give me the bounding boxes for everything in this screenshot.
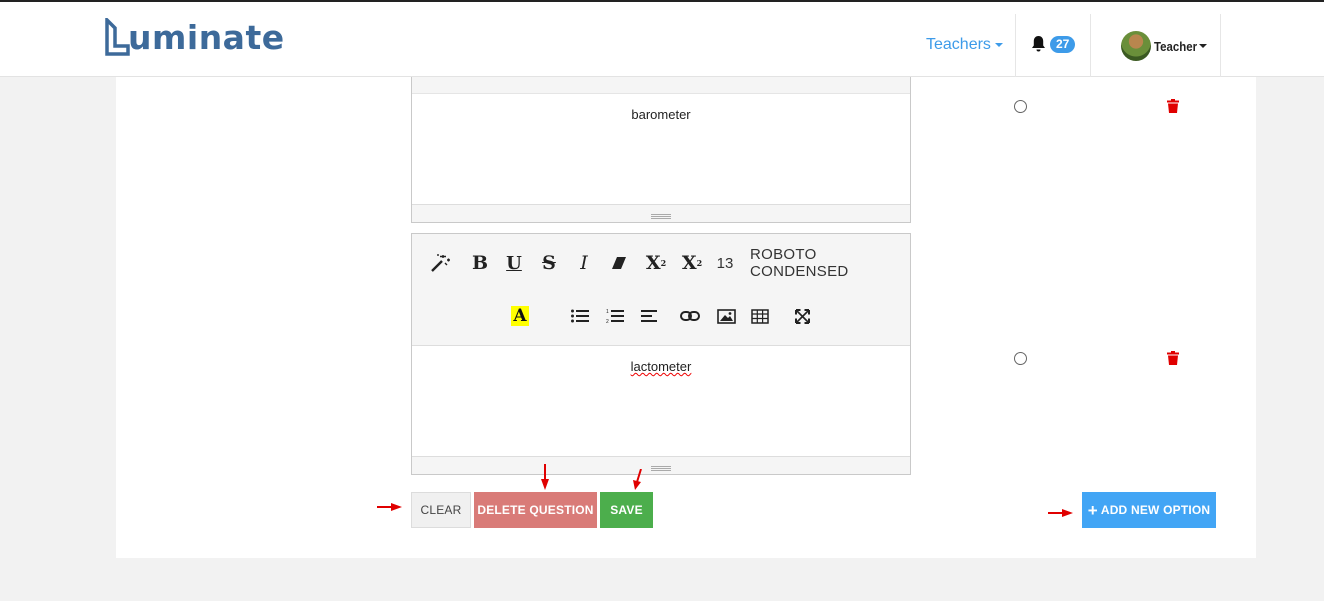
superscript-icon[interactable]: X2: [643, 249, 669, 277]
editor-resize-handle[interactable]: [412, 204, 910, 222]
user-name: Teacher: [1154, 38, 1198, 54]
fullscreen-icon[interactable]: [791, 302, 813, 330]
nav-teachers-label: Teachers: [926, 36, 991, 53]
svg-text:2: 2: [606, 319, 609, 324]
table-icon[interactable]: [749, 302, 771, 330]
top-navbar: uminate Teachers 27 Teacher: [0, 2, 1324, 78]
logo-mark-icon: [105, 18, 130, 56]
unordered-list-icon[interactable]: [569, 302, 591, 330]
add-new-option-label: ADD NEW OPTION: [1100, 503, 1211, 517]
nav-divider: [1090, 14, 1091, 78]
correct-option-radio-2[interactable]: [1014, 352, 1027, 365]
chevron-down-icon: [1198, 44, 1207, 48]
strikethrough-icon[interactable]: S: [537, 249, 561, 277]
italic-icon[interactable]: I: [572, 249, 596, 277]
option-editor-2: B U S I X2 X2 13 ROBOTO CONDENSED A 12 l…: [411, 233, 911, 475]
annotation-arrow-right-icon: [1048, 509, 1073, 517]
add-new-option-button[interactable]: + ADD NEW OPTION: [1082, 492, 1216, 528]
ordered-list-icon[interactable]: 12: [604, 302, 626, 330]
magic-wand-icon[interactable]: [428, 249, 452, 277]
annotation-arrow-down-icon: [633, 469, 642, 490]
editor-toolbar-bottom: [412, 77, 910, 94]
svg-text:1: 1: [606, 309, 609, 315]
underline-icon[interactable]: U: [502, 249, 526, 277]
delete-question-button[interactable]: DELETE QUESTION: [474, 492, 597, 528]
trash-icon[interactable]: [1167, 351, 1179, 370]
brand-name: uminate: [128, 17, 285, 57]
notifications-button[interactable]: 27: [1030, 35, 1076, 53]
clear-button[interactable]: CLEAR: [411, 492, 471, 528]
nav-divider: [1015, 14, 1016, 78]
font-family-dropdown[interactable]: ROBOTO CONDENSED: [750, 246, 894, 280]
eraser-icon[interactable]: [607, 249, 631, 277]
annotation-arrow-down-icon: [541, 464, 549, 490]
subscript-icon[interactable]: X2: [679, 249, 705, 277]
font-size-value: 13: [716, 254, 734, 272]
save-button[interactable]: SAVE: [600, 492, 653, 528]
bold-icon[interactable]: B: [468, 249, 492, 277]
align-left-icon[interactable]: [638, 302, 660, 330]
avatar: [1121, 31, 1151, 61]
nav-divider: [1220, 14, 1221, 78]
notification-count-badge: 27: [1050, 35, 1076, 53]
picture-icon[interactable]: [715, 302, 737, 330]
font-size-dropdown[interactable]: 13: [715, 249, 735, 277]
highlight-color-icon[interactable]: A: [509, 302, 531, 330]
option-2-text: lactometer: [630, 359, 692, 374]
user-menu[interactable]: Teacher: [1121, 31, 1207, 61]
trash-icon[interactable]: [1167, 99, 1179, 118]
bell-icon: [1032, 36, 1045, 52]
option-1-text-area[interactable]: barometer: [412, 94, 910, 204]
option-2-text-area[interactable]: lactometer: [412, 346, 910, 456]
correct-option-radio-1[interactable]: [1014, 100, 1027, 113]
editor-toolbar: B U S I X2 X2 13 ROBOTO CONDENSED A 12: [412, 234, 910, 346]
font-family-value: ROBOTO CONDENSED: [750, 246, 849, 280]
brand-logo[interactable]: uminate: [104, 15, 285, 59]
option-editor-1: barometer: [411, 77, 911, 223]
option-1-text: barometer: [631, 107, 691, 122]
annotation-arrow-right-icon: [377, 503, 402, 511]
plus-icon: +: [1087, 500, 1098, 520]
nav-teachers-dropdown[interactable]: Teachers: [926, 36, 1003, 54]
editor-resize-handle[interactable]: [412, 456, 910, 474]
link-icon[interactable]: [679, 302, 701, 330]
chevron-down-icon: [994, 42, 1003, 47]
